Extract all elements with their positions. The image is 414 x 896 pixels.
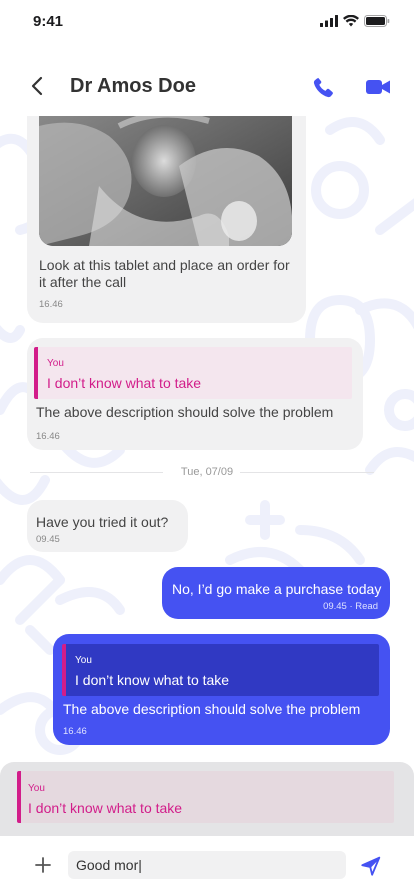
message-text: The above description should solve the p…: [36, 404, 334, 420]
quote-text: I don’t know what to take: [47, 375, 202, 391]
composer: [0, 836, 414, 896]
video-call-button[interactable]: [365, 76, 391, 98]
message-list[interactable]: Look at this tablet and place an order f…: [0, 116, 414, 764]
back-button[interactable]: [26, 74, 50, 98]
message-outgoing[interactable]: You I don’t know what to take The above …: [53, 634, 390, 745]
message-outgoing[interactable]: No, I’d go make a purchase today 09.45 ·…: [162, 567, 390, 619]
quoted-message[interactable]: You I don’t know what to take: [62, 644, 379, 696]
reply-preview[interactable]: You I don’t know what to take: [0, 762, 414, 836]
chevron-left-icon: [31, 76, 43, 96]
send-icon: [361, 856, 381, 876]
wifi-icon: [343, 15, 359, 27]
reply-quote-author: You: [28, 783, 45, 794]
message-text: Have you tried it out?: [36, 514, 169, 530]
message-input[interactable]: [68, 851, 346, 879]
quoted-message[interactable]: You I don’t know what to take: [34, 347, 352, 399]
video-camera-icon: [366, 80, 390, 94]
message-time: 16.46: [36, 431, 60, 442]
quote-text: I don’t know what to take: [75, 672, 230, 688]
message-time: 09.45: [36, 534, 60, 545]
contact-name: Dr Amos Doe: [70, 75, 196, 97]
plus-icon: [35, 857, 51, 873]
status-bar: 9:41: [0, 0, 414, 44]
message-incoming[interactable]: You I don’t know what to take The above …: [27, 338, 363, 450]
message-time: 16.46: [39, 299, 63, 310]
phone-icon: [313, 77, 333, 98]
reply-quote-text: I don’t know what to take: [28, 800, 183, 816]
xray-image-graphic: [39, 116, 292, 246]
battery-icon: [364, 15, 390, 27]
signal-icon: [320, 15, 338, 27]
quote-author: You: [47, 358, 64, 369]
message-text: Look at this tablet and place an order f…: [39, 257, 290, 290]
message-incoming[interactable]: Have you tried it out? 09.45: [27, 500, 188, 552]
chat-header: Dr Amos Doe: [0, 44, 414, 116]
date-divider: Tue, 07/09: [180, 466, 234, 478]
attach-button[interactable]: [34, 856, 52, 874]
message-text: No, I’d go make a purchase today: [172, 581, 382, 597]
status-icons: [320, 15, 390, 27]
quote-author: You: [75, 655, 92, 666]
xray-image[interactable]: [39, 116, 292, 246]
send-button[interactable]: [360, 855, 382, 877]
message-text: The above description should solve the p…: [63, 701, 361, 717]
status-time: 9:41: [33, 13, 64, 30]
reply-quote[interactable]: You I don’t know what to take: [17, 771, 394, 823]
message-time: 09.45 · Read: [323, 601, 378, 612]
message-time: 16.46: [63, 726, 87, 737]
call-button[interactable]: [311, 74, 337, 100]
